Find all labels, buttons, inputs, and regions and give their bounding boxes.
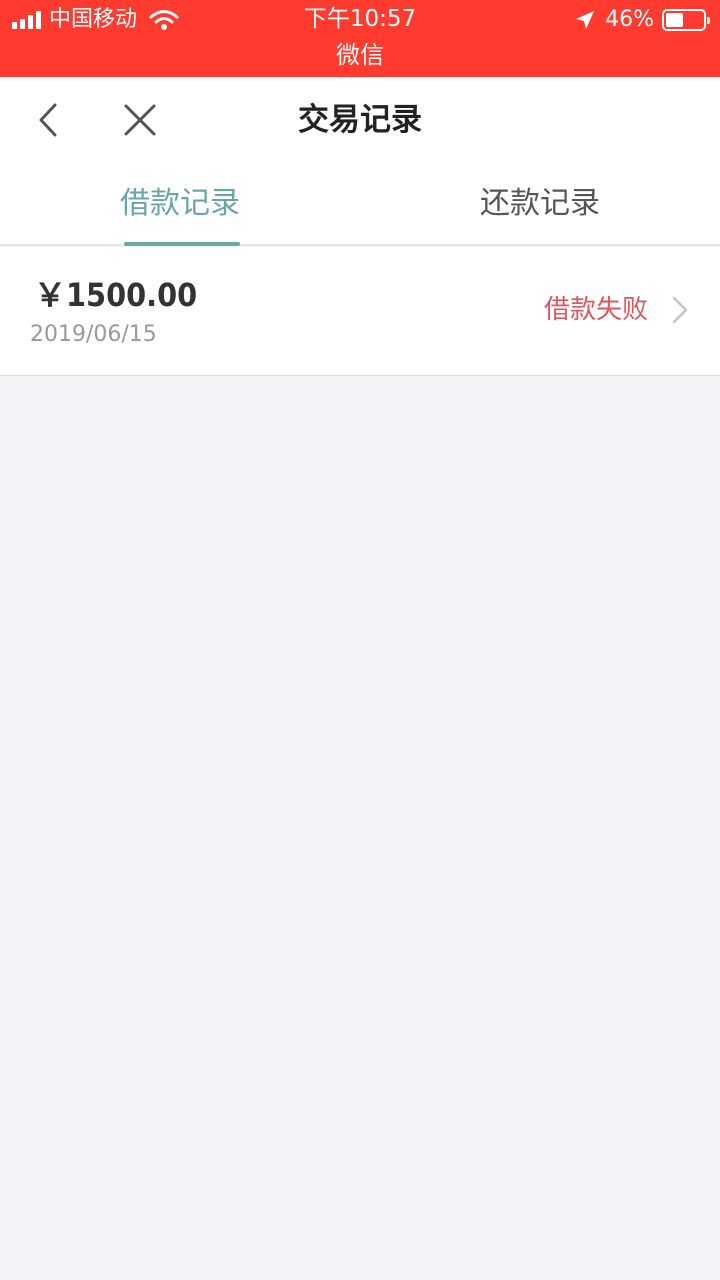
nav-bar: 交易记录: [0, 77, 720, 163]
tab-bar: 借款记录 还款记录: [0, 163, 720, 246]
chevron-right-icon: [672, 296, 688, 324]
battery-level: [666, 13, 683, 27]
battery-icon: [662, 9, 710, 31]
tab-active-indicator: [124, 242, 240, 246]
status-bar-right: 46%: [575, 6, 710, 34]
tab-loan-records[interactable]: 借款记录: [0, 163, 360, 246]
record-status: 借款失败: [543, 295, 648, 325]
app-name: 微信: [336, 41, 384, 69]
tab-label: 借款记录: [120, 186, 240, 221]
location-arrow-icon: [576, 11, 595, 29]
page-title: 交易记录: [298, 102, 422, 138]
status-bar: 中国移动 下午10:57 微信 46%: [0, 0, 720, 77]
record-amount: ￥1500.00: [34, 276, 198, 314]
battery-percent: 46%: [605, 7, 654, 32]
tab-repayment-records[interactable]: 还款记录: [360, 163, 720, 244]
list-item[interactable]: ￥1500.00 2019/06/15 借款失败: [0, 247, 720, 376]
record-date: 2019/06/15: [30, 322, 157, 347]
tab-label: 还款记录: [480, 186, 600, 221]
